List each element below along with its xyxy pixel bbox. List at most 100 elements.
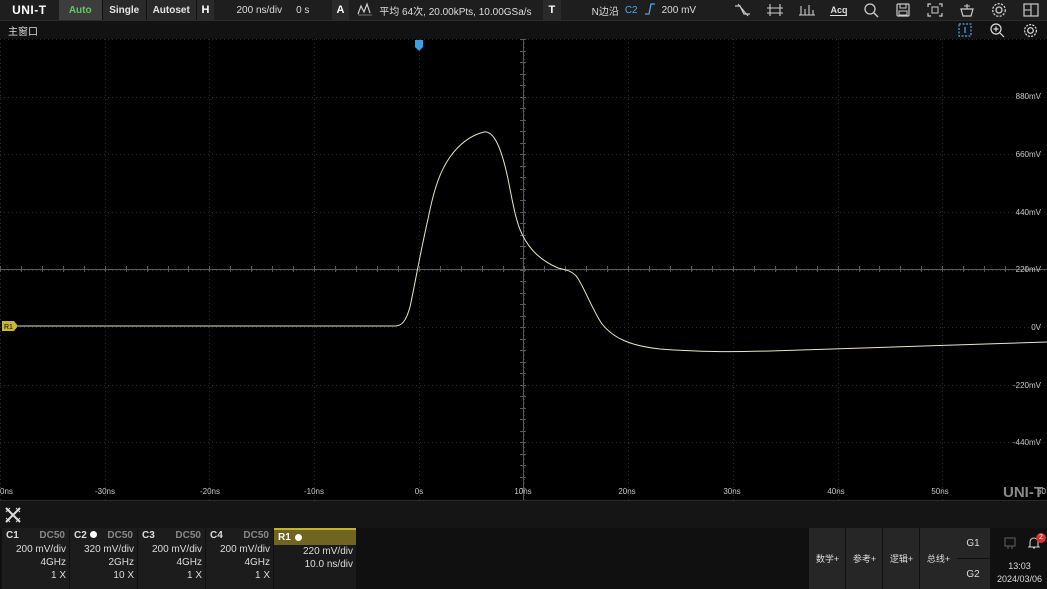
- acquire-settings[interactable]: 平均 64次, 20.00kPts, 10.00GSa/s: [349, 1, 543, 19]
- timebase-value: 200 ns/div: [236, 4, 283, 16]
- window-layout-icon[interactable]: [1015, 0, 1047, 20]
- main-window-title: 主窗口: [8, 26, 38, 38]
- g2-button[interactable]: G2: [956, 559, 990, 589]
- brand-logo: UNI-T: [12, 3, 47, 17]
- close-x-icon[interactable]: [4, 506, 22, 524]
- channel-bandwidth: 2GHz: [108, 557, 134, 568]
- clock-date: 2024/03/06: [996, 574, 1043, 584]
- ref-active-dot-icon: [294, 534, 302, 541]
- y-label: 440mV: [1016, 208, 1042, 217]
- channel-scale: 320 mV/div: [83, 544, 134, 555]
- ref-r1-marker[interactable]: R1: [2, 321, 18, 331]
- channel-coupling: DC50: [243, 530, 269, 541]
- channel-name: C4: [210, 530, 223, 541]
- channel-c3[interactable]: C3 DC50 200 mV/div 4GHz 1 X: [138, 528, 205, 589]
- watermark-logo: UNI-T: [1003, 484, 1043, 500]
- graticule: [0, 39, 1047, 500]
- acquire-info: 平均 64次, 20.00kPts, 10.00GSa/s: [379, 6, 532, 18]
- top-toolbar: UNI-T Auto Single Autoset H 200 ns/div 0…: [0, 0, 1047, 21]
- waveform-trace: [18, 131, 1047, 353]
- horizontal-settings[interactable]: 200 ns/div 0 s: [214, 5, 331, 16]
- ref-scale: 220 mV/div: [302, 546, 353, 557]
- channel-c1[interactable]: C1 DC50 200 mV/div 4GHz 1 X: [2, 528, 69, 589]
- trigger-settings[interactable]: N边沿 C2 200 mV: [561, 2, 727, 19]
- channel-coupling: DC50: [107, 530, 133, 541]
- x-label: 50ns: [931, 487, 948, 496]
- channel-probe: 10 X: [113, 570, 134, 581]
- y-label: 660mV: [1016, 150, 1042, 159]
- utility-icon[interactable]: [951, 0, 983, 20]
- toolbar-icons: Acq: [727, 0, 1047, 20]
- x-label: 0ns: [0, 487, 13, 496]
- y-label: -220mV: [1013, 381, 1042, 390]
- trigger-level: 200 mV: [661, 4, 697, 16]
- x-label: 40ns: [827, 487, 844, 496]
- channel-probe: 1 X: [186, 570, 202, 581]
- bus-add-button[interactable]: 总线+: [919, 528, 957, 589]
- x-label: -10ns: [304, 487, 324, 496]
- channel-bandwidth: 4GHz: [40, 557, 66, 568]
- channel-scale: 200 mV/div: [151, 544, 202, 555]
- acq-button[interactable]: Acq: [823, 0, 855, 20]
- window-settings-gear-icon[interactable]: [1014, 21, 1047, 39]
- autoset-button[interactable]: Autoset: [146, 0, 197, 20]
- settings-gear-icon[interactable]: [983, 0, 1015, 20]
- waveform-display[interactable]: 880mV 660mV 440mV 220mV 0V -220mV -440mV…: [0, 39, 1047, 500]
- logic-add-button[interactable]: 逻辑+: [882, 528, 920, 589]
- g1-button[interactable]: G1: [956, 528, 990, 558]
- zoom-in-icon[interactable]: [981, 21, 1014, 39]
- y-label: 880mV: [1016, 92, 1042, 101]
- channel-active-dot-icon: [89, 531, 97, 538]
- trigger-position-marker[interactable]: [415, 40, 423, 51]
- search-icon[interactable]: [855, 0, 887, 20]
- y-label: -440mV: [1013, 438, 1042, 447]
- horizontal-offset: 0 s: [296, 4, 310, 16]
- main-window-bar: 主窗口: [0, 21, 1047, 39]
- ref-add-button[interactable]: 参考+: [845, 528, 883, 589]
- math-add-button[interactable]: 数学+: [808, 528, 846, 589]
- clock: 13:03 2024/03/06: [992, 560, 1047, 586]
- screenshot-icon[interactable]: [919, 0, 951, 20]
- x-label: 0s: [415, 487, 423, 496]
- trigger-menu-label[interactable]: T: [543, 0, 561, 20]
- x-label: 30ns: [723, 487, 740, 496]
- x-label: 10ns: [514, 487, 531, 496]
- channel-name: C2: [74, 530, 87, 541]
- x-label: -20ns: [200, 487, 220, 496]
- zoom-region-icon[interactable]: [948, 21, 981, 39]
- measure-icon[interactable]: [727, 0, 759, 20]
- cursor-icon[interactable]: [759, 0, 791, 20]
- channel-c2[interactable]: C2 DC50 320 mV/div 2GHz 10 X: [70, 528, 137, 589]
- trigger-source: C2: [624, 4, 638, 16]
- auto-button[interactable]: Auto: [58, 0, 103, 20]
- channel-name: C1: [6, 530, 19, 541]
- trigger-mode: N边沿: [591, 6, 619, 18]
- channel-scale: 200 mV/div: [219, 544, 270, 555]
- notification-badge: 2: [1036, 533, 1046, 543]
- ref-r1-panel[interactable]: R1 220 mV/div 10.0 ns/div: [274, 528, 356, 589]
- channel-probe: 1 X: [50, 570, 66, 581]
- y-axis-labels: 880mV 660mV 440mV 220mV 0V -220mV -440mV: [1013, 92, 1042, 447]
- channel-bandwidth: 4GHz: [244, 557, 270, 568]
- channel-c4[interactable]: C4 DC50 200 mV/div 4GHz 1 X: [206, 528, 273, 589]
- channel-scale: 200 mV/div: [15, 544, 66, 555]
- channel-coupling: DC50: [175, 530, 201, 541]
- usb-icon: [1003, 536, 1017, 555]
- average-icon: [357, 1, 373, 19]
- clock-time: 13:03: [1008, 561, 1031, 571]
- bottom-toolbar: [0, 500, 1047, 529]
- channel-name: C3: [142, 530, 155, 541]
- acquire-menu-label[interactable]: A: [331, 0, 350, 20]
- rising-edge-icon: [644, 2, 656, 19]
- ref-marker-label: R1: [4, 324, 13, 331]
- single-button[interactable]: Single: [102, 0, 147, 20]
- horizontal-menu-label[interactable]: H: [196, 0, 215, 20]
- channel-panel: C1 DC50 200 mV/div 4GHz 1 X C2 DC50 320 m…: [0, 528, 1047, 589]
- channel-coupling: DC50: [39, 530, 65, 541]
- channel-probe: 1 X: [254, 570, 270, 581]
- x-label: -30ns: [95, 487, 115, 496]
- display-icon[interactable]: [791, 0, 823, 20]
- x-axis-labels: 0ns -30ns -20ns -10ns 0s 10ns 20ns 30ns …: [0, 487, 1047, 496]
- ref-timebase: 10.0 ns/div: [304, 559, 353, 570]
- save-icon[interactable]: [887, 0, 919, 20]
